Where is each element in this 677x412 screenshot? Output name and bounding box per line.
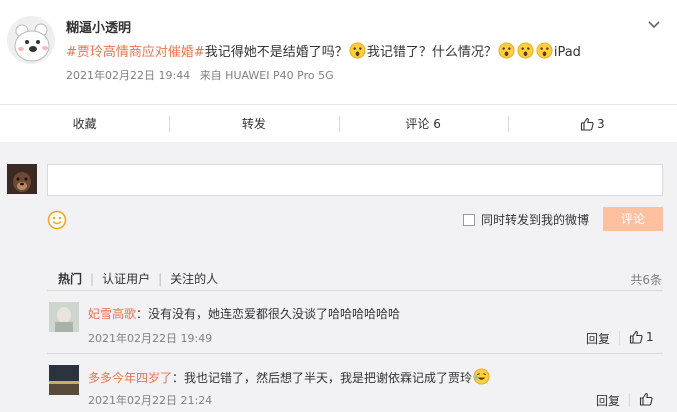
divider	[47, 290, 663, 291]
emoji-picker-icon[interactable]	[47, 210, 67, 230]
commenter-avatar[interactable]	[49, 302, 79, 332]
post-text-3: iPad	[553, 45, 581, 60]
repost-to-my-weibo-option[interactable]: 同时转发到我的微博	[463, 211, 589, 228]
dog-avatar-icon	[7, 164, 37, 194]
like-count: 3	[597, 116, 605, 131]
weibo-post-card: 糊逼小透明 #贾玲高情商应对催婚#我记得她不是结婚了吗？ 我记错了？什么情况？ iP…	[0, 0, 677, 104]
comment-input[interactable]	[47, 164, 663, 196]
reply-button[interactable]: 回复	[596, 392, 620, 409]
comment-body: ：没有没有，她连恋爱都很久没谈了哈哈哈哈哈哈	[136, 307, 401, 321]
comment-like-count: 1	[646, 330, 654, 344]
filter-separator: |	[158, 271, 163, 286]
commenter-name[interactable]: 多多今年四岁了	[88, 371, 172, 385]
thumbs-up-icon	[639, 392, 653, 406]
commenter-avatar[interactable]	[49, 365, 79, 395]
filter-following[interactable]: 关注的人	[170, 270, 218, 287]
post-action-bar: 收藏 转发 评论 6 3	[0, 104, 677, 142]
comment-text: 妃雪高歌：没有没有，她连恋爱都很久没谈了哈哈哈哈哈哈	[88, 305, 400, 322]
favorite-label: 收藏	[72, 117, 97, 131]
post-meta: 2021年02月22日 19:44 来自 HUAWEI P40 Pro 5G	[66, 67, 334, 83]
divider	[47, 353, 663, 354]
reply-button[interactable]: 回复	[586, 330, 610, 347]
like-button[interactable]: 3	[507, 105, 677, 142]
chevron-down-icon[interactable]	[647, 18, 661, 32]
comment-filters: 热门 | 认证用户 | 关注的人	[58, 270, 218, 287]
surprised-emoji-icon	[349, 42, 366, 59]
repost-button[interactable]: 转发	[169, 105, 338, 142]
comment-text: 多多今年四岁了：我也记错了，然后想了半天，我是把谢依霖记成了贾玲	[88, 368, 491, 386]
filter-hot[interactable]: 热门	[58, 270, 82, 287]
comment-time: 2021年02月22日 21:24	[88, 394, 213, 407]
thumbs-up-icon	[629, 330, 643, 344]
commenter-name[interactable]: 妃雪高歌	[88, 307, 136, 321]
filter-verified[interactable]: 认证用户	[102, 270, 150, 287]
current-user-avatar	[7, 164, 37, 194]
post-source: 来自 HUAWEI P40 Pro 5G	[199, 69, 334, 82]
surprised-emoji-icon	[498, 42, 515, 59]
topic-link[interactable]: #贾玲高情商应对催婚#	[66, 45, 205, 60]
commenter-photo-icon	[49, 365, 79, 395]
separator	[629, 393, 630, 407]
bear-avatar-icon	[7, 16, 55, 64]
comment-label: 评论 6	[405, 117, 441, 131]
comment-like-button[interactable]: 1	[629, 330, 654, 344]
surprised-emoji-icon	[536, 42, 553, 59]
post-content: #贾玲高情商应对催婚#我记得她不是结婚了吗？ 我记错了？什么情况？ iPad	[66, 41, 581, 60]
laughing-emoji-icon	[473, 368, 490, 385]
filter-separator: |	[90, 271, 95, 286]
user-avatar[interactable]	[7, 16, 55, 64]
repost-label: 转发	[241, 117, 266, 131]
repost-checkbox[interactable]	[463, 213, 475, 226]
post-username[interactable]: 糊逼小透明	[66, 17, 131, 36]
comment-body: ：我也记错了，然后想了半天，我是把谢依霖记成了贾玲	[172, 371, 473, 385]
submit-comment-button[interactable]: 评论	[603, 207, 663, 231]
surprised-emoji-icon	[517, 42, 534, 59]
comment-total: 共6条	[630, 273, 662, 287]
comment-like-button[interactable]	[639, 392, 656, 406]
comment-time: 2021年02月22日 19:49	[88, 332, 213, 345]
post-text-2: 我记错了？什么情况？	[366, 45, 497, 60]
post-text-1: 我记得她不是结婚了吗？	[204, 45, 348, 60]
commenter-photo-icon	[49, 302, 79, 332]
post-timestamp[interactable]: 2021年02月22日 19:44	[66, 69, 190, 82]
repost-option-label: 同时转发到我的微博	[481, 213, 590, 227]
favorite-button[interactable]: 收藏	[0, 105, 169, 142]
thumbs-up-icon	[580, 117, 594, 131]
comment-button[interactable]: 评论 6	[338, 105, 508, 142]
separator	[619, 331, 620, 345]
